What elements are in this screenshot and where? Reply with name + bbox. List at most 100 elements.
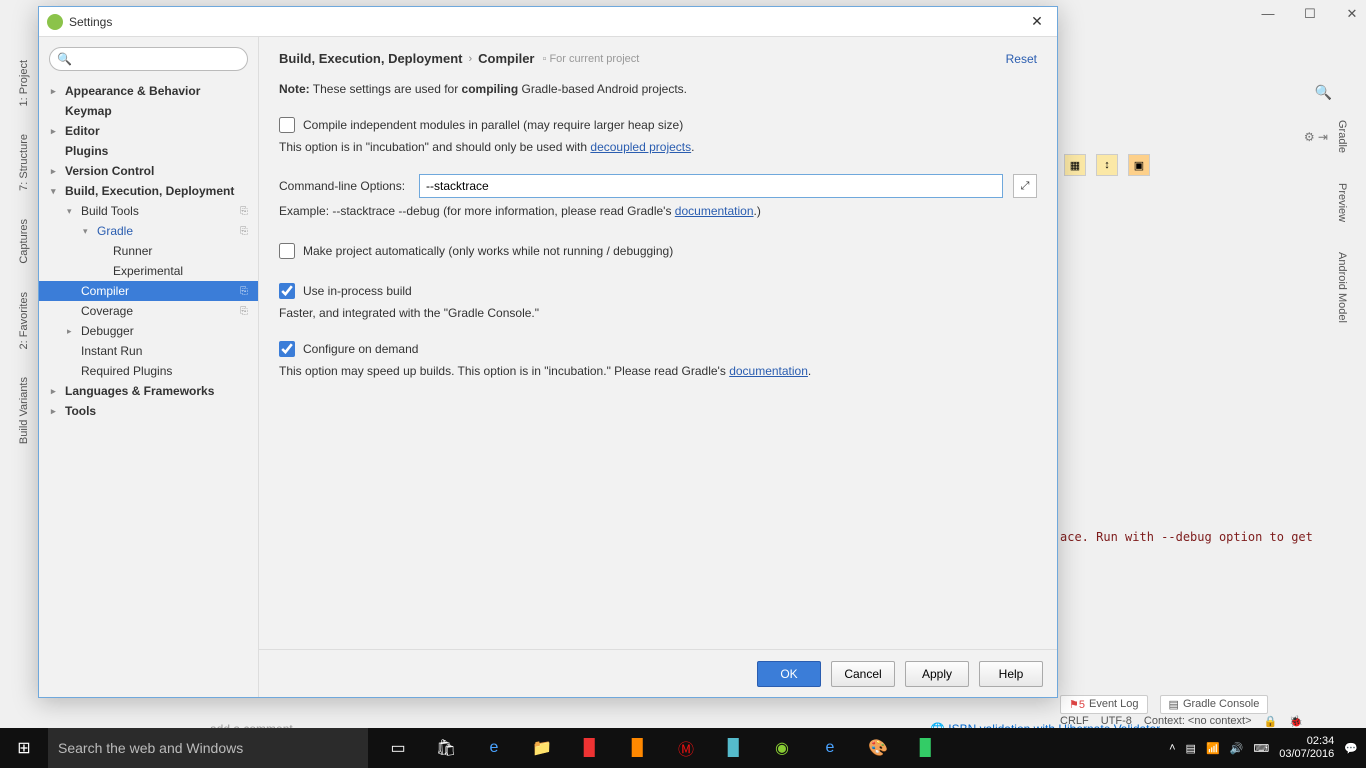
- tool-icon[interactable]: ▦: [1064, 154, 1086, 176]
- gradle-console-button[interactable]: ▤Gradle Console: [1160, 695, 1269, 714]
- mcafee-icon[interactable]: Ⓜ: [664, 728, 708, 768]
- tree-item-compiler[interactable]: Compiler⎘: [39, 281, 258, 301]
- tab-favorites[interactable]: 2: Favorites: [18, 292, 38, 349]
- ie-icon[interactable]: e: [808, 728, 852, 768]
- taskbar-pinned: ▭ 🛍 e 📁 ▉ ▉ Ⓜ ▉ ◉ e 🎨 ▉: [376, 728, 948, 768]
- copy-icon: ⎘: [240, 206, 248, 217]
- checkbox-label: Make project automatically (only works w…: [303, 242, 673, 260]
- tree-item-version-control[interactable]: ▸Version Control: [39, 161, 258, 181]
- tree-item-label: Version Control: [65, 164, 154, 178]
- checkbox-label: Compile independent modules in parallel …: [303, 116, 683, 134]
- cod-desc: This option may speed up builds. This op…: [279, 362, 1037, 380]
- reset-link[interactable]: Reset: [1006, 52, 1037, 66]
- tree-item-instant-run[interactable]: Instant Run: [39, 341, 258, 361]
- arrow-icon: ▾: [51, 186, 61, 197]
- tab-captures[interactable]: Captures: [18, 219, 38, 264]
- expand-field-button[interactable]: ⤢: [1013, 174, 1037, 198]
- network-icon[interactable]: ▤: [1186, 742, 1196, 755]
- configure-on-demand-checkbox[interactable]: Configure on demand: [279, 340, 418, 358]
- store-icon[interactable]: 🛍: [424, 728, 468, 768]
- volume-icon[interactable]: 🔊: [1230, 742, 1244, 755]
- ok-button[interactable]: OK: [757, 661, 821, 687]
- tree-item-label: Gradle: [97, 224, 133, 238]
- incubation-note: This option is in "incubation" and shoul…: [279, 138, 1037, 156]
- tree-item-experimental[interactable]: Experimental: [39, 261, 258, 281]
- settings-tree: ▸Appearance & BehaviorKeymap▸EditorPlugi…: [39, 81, 258, 697]
- tree-item-label: Instant Run: [81, 344, 142, 358]
- start-button[interactable]: ⊞: [0, 728, 48, 768]
- wifi-icon[interactable]: 📶: [1206, 742, 1220, 755]
- settings-search-input[interactable]: [49, 47, 248, 71]
- taskbar-search[interactable]: Search the web and Windows: [48, 728, 368, 768]
- decoupled-projects-link[interactable]: decoupled projects: [590, 140, 691, 154]
- dialog-close-button[interactable]: ✕: [1025, 13, 1049, 30]
- tree-item-coverage[interactable]: Coverage⎘: [39, 301, 258, 321]
- bg-window-controls: — ☐ ✕: [1258, 6, 1362, 22]
- tree-item-label: Build Tools: [81, 204, 139, 218]
- tree-item-build-execution-deployment[interactable]: ▾Build, Execution, Deployment: [39, 181, 258, 201]
- breadcrumb-root[interactable]: Build, Execution, Deployment: [279, 51, 462, 66]
- help-button[interactable]: Help: [979, 661, 1043, 687]
- edge-icon[interactable]: e: [472, 728, 516, 768]
- tree-item-debugger[interactable]: ▸Debugger: [39, 321, 258, 341]
- tree-item-label: Compiler: [81, 284, 129, 298]
- search-icon[interactable]: 🔍: [1315, 84, 1332, 101]
- android-studio-icon[interactable]: ◉: [760, 728, 804, 768]
- tree-item-runner[interactable]: Runner: [39, 241, 258, 261]
- tree-item-label: Appearance & Behavior: [65, 84, 200, 98]
- tree-item-label: Required Plugins: [81, 364, 172, 378]
- tree-item-appearance-behavior[interactable]: ▸Appearance & Behavior: [39, 81, 258, 101]
- cancel-button[interactable]: Cancel: [831, 661, 895, 687]
- tree-item-build-tools[interactable]: ▾Build Tools⎘: [39, 201, 258, 221]
- arrow-icon: ▸: [67, 326, 77, 337]
- tool-icon[interactable]: ▣: [1128, 154, 1150, 176]
- tab-preview[interactable]: Preview: [1328, 183, 1348, 222]
- tree-item-label: Keymap: [65, 104, 112, 118]
- close-icon[interactable]: ✕: [1342, 6, 1362, 22]
- tab-build-variants[interactable]: Build Variants: [18, 377, 38, 444]
- input-icon[interactable]: ⌨: [1253, 742, 1269, 755]
- explorer-icon[interactable]: 📁: [520, 728, 564, 768]
- notifications-icon[interactable]: 💬: [1344, 742, 1358, 755]
- bg-toolbar: ▦ ↕ ▣: [1064, 154, 1150, 176]
- apply-button[interactable]: Apply: [905, 661, 969, 687]
- app-icon[interactable]: ▉: [712, 728, 756, 768]
- paint-icon[interactable]: 🎨: [856, 728, 900, 768]
- gradle-doc-link[interactable]: documentation: [675, 204, 754, 218]
- chevron-right-icon: ›: [468, 53, 472, 65]
- tree-item-required-plugins[interactable]: Required Plugins: [39, 361, 258, 381]
- dialog-button-bar: OK Cancel Apply Help: [259, 649, 1057, 697]
- gradle-doc-link-2[interactable]: documentation: [729, 364, 808, 378]
- app-icon[interactable]: ▉: [904, 728, 948, 768]
- compile-parallel-checkbox[interactable]: Compile independent modules in parallel …: [279, 116, 683, 134]
- system-tray: ˄ ▤ 📶 🔊 ⌨ 02:34 03/07/2016 💬: [1169, 735, 1366, 761]
- tree-item-label: Editor: [65, 124, 100, 138]
- cmdline-options-input[interactable]: [419, 174, 1003, 198]
- minimize-icon[interactable]: —: [1258, 6, 1278, 22]
- arrow-icon: ▸: [51, 386, 61, 397]
- dialog-titlebar[interactable]: Settings ✕: [39, 7, 1057, 37]
- tree-item-gradle[interactable]: ▾Gradle⎘: [39, 221, 258, 241]
- tree-item-keymap[interactable]: Keymap: [39, 101, 258, 121]
- app-icon[interactable]: ▉: [568, 728, 612, 768]
- breadcrumb-leaf: Compiler: [478, 51, 534, 66]
- clock[interactable]: 02:34 03/07/2016: [1279, 735, 1334, 761]
- tab-gradle[interactable]: Gradle: [1328, 120, 1348, 153]
- tree-item-tools[interactable]: ▸Tools: [39, 401, 258, 421]
- chevron-up-icon[interactable]: ˄: [1169, 742, 1175, 754]
- gear-icon[interactable]: ⚙ ⇥: [1304, 130, 1328, 144]
- tree-item-label: Plugins: [65, 144, 108, 158]
- event-log-button[interactable]: ⚑5Event Log: [1060, 695, 1148, 714]
- tab-android-model[interactable]: Android Model: [1328, 252, 1348, 323]
- tree-item-plugins[interactable]: Plugins: [39, 141, 258, 161]
- make-auto-checkbox[interactable]: Make project automatically (only works w…: [279, 242, 673, 260]
- task-view-icon[interactable]: ▭: [376, 728, 420, 768]
- tree-item-editor[interactable]: ▸Editor: [39, 121, 258, 141]
- app-icon[interactable]: ▉: [616, 728, 660, 768]
- tab-structure[interactable]: 7: Structure: [18, 134, 38, 191]
- tool-icon[interactable]: ↕: [1096, 154, 1118, 176]
- maximize-icon[interactable]: ☐: [1300, 6, 1320, 22]
- tree-item-languages-frameworks[interactable]: ▸Languages & Frameworks: [39, 381, 258, 401]
- tab-project[interactable]: 1: Project: [18, 60, 38, 106]
- in-process-build-checkbox[interactable]: Use in-process build: [279, 282, 412, 300]
